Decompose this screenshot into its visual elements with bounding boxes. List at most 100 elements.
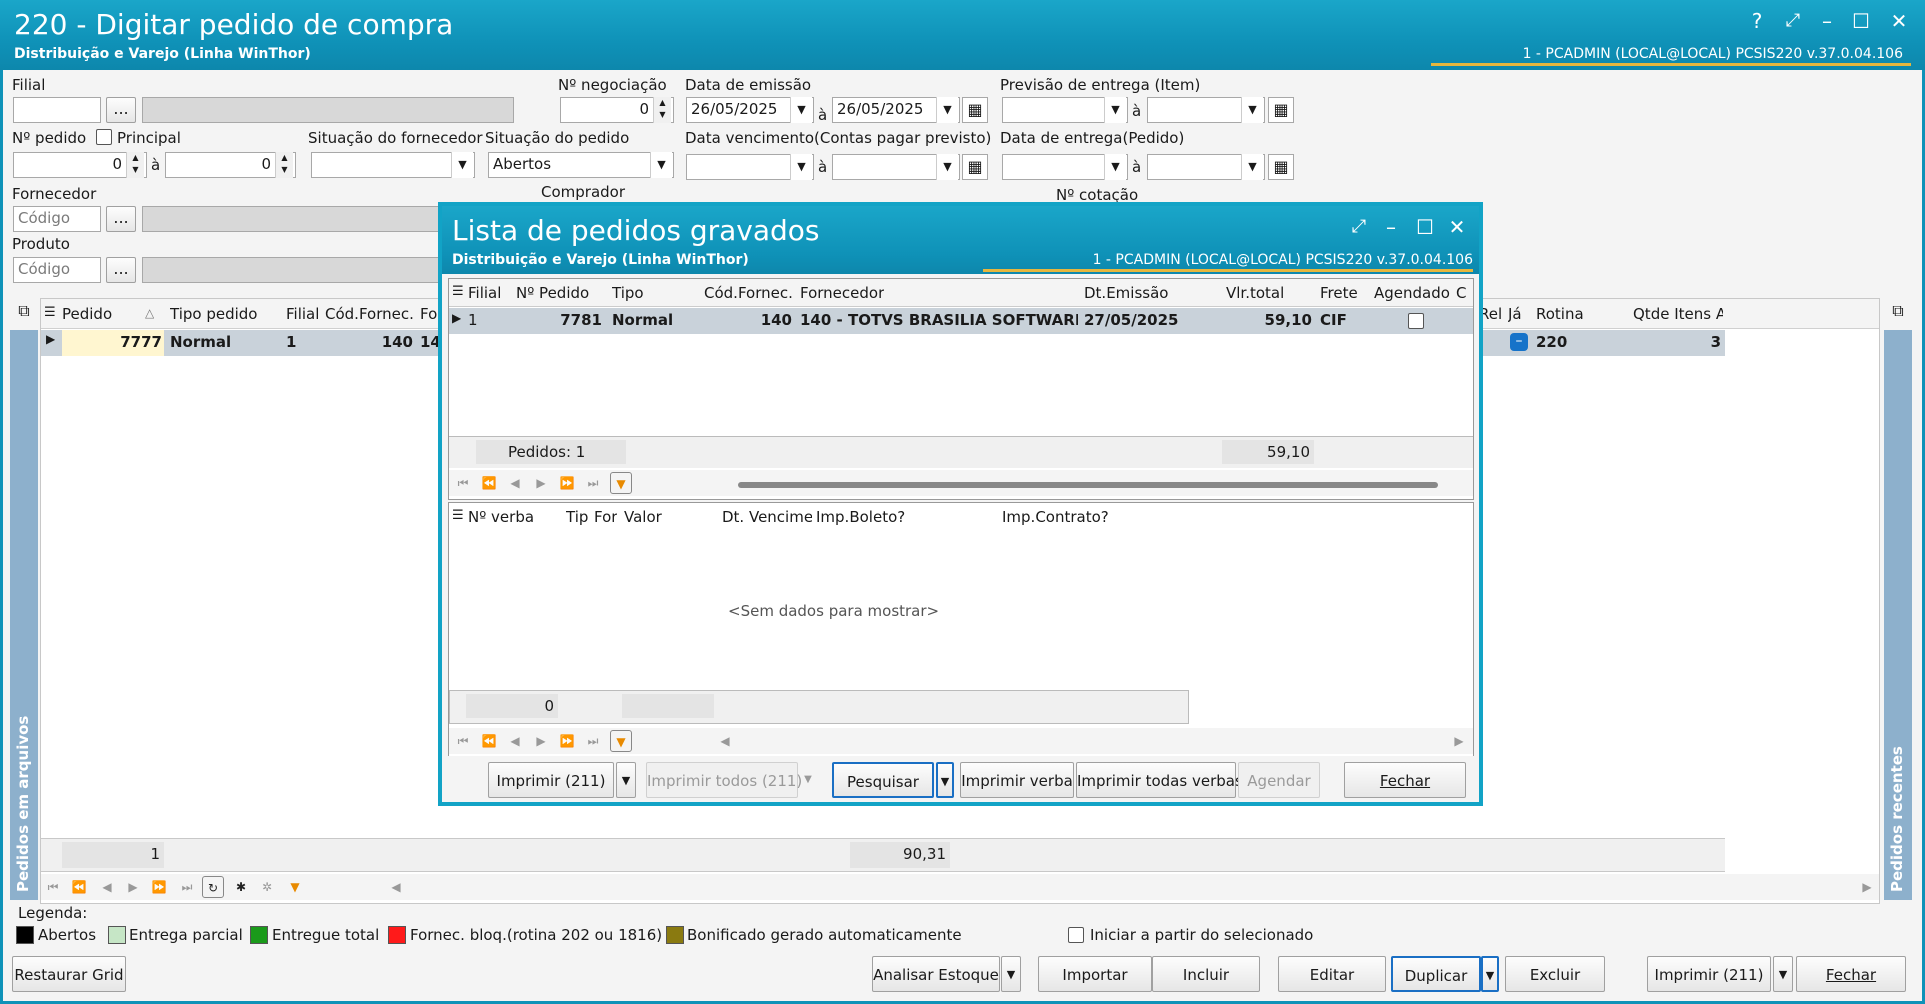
chevron-down-icon[interactable]: ▼	[650, 152, 672, 178]
column-header-c[interactable]: C	[1456, 284, 1466, 302]
chevron-down-icon[interactable]: ▼	[1241, 154, 1263, 180]
restore-layout-icon[interactable]: ⤢	[1346, 214, 1372, 240]
delete-icon[interactable]: ✲	[256, 876, 278, 898]
close-icon[interactable]: ✕	[1886, 8, 1912, 34]
chevron-down-icon[interactable]: ▼	[616, 762, 636, 798]
excluir-button[interactable]: Excluir	[1505, 956, 1605, 992]
column-chooser-icon[interactable]: ☰	[452, 284, 464, 299]
chevron-down-icon[interactable]: ▼	[800, 762, 816, 798]
chevron-down-icon[interactable]: ▼	[1001, 956, 1021, 992]
produto-lookup-button[interactable]: ...	[106, 257, 136, 283]
maximize-icon[interactable]: ☐	[1412, 214, 1438, 240]
column-header-for[interactable]: For	[594, 508, 617, 526]
chevron-down-icon[interactable]: ▼	[1104, 154, 1126, 180]
imprimir-todos-button[interactable]: Imprimir todos (211)	[646, 762, 802, 798]
calendar-icon[interactable]: ▦	[1268, 97, 1294, 123]
last-record-icon[interactable]: ⏭	[582, 472, 604, 494]
column-header-tip[interactable]: Tip	[566, 508, 588, 526]
filial-lookup-button[interactable]: ...	[106, 97, 136, 123]
chevron-down-icon[interactable]: ▼	[790, 97, 812, 123]
column-header-filial[interactable]: Filial	[468, 284, 501, 302]
next-record-icon[interactable]: ▶	[122, 876, 144, 898]
pedido-to-spinner[interactable]: ▲ ▼	[275, 152, 293, 178]
calendar-icon[interactable]: ▦	[962, 97, 988, 123]
prev-record-icon[interactable]: ◀	[96, 876, 118, 898]
fornecedor-lookup-button[interactable]: ...	[106, 206, 136, 232]
pesquisar-button[interactable]: Pesquisar	[832, 762, 934, 798]
column-header-frete[interactable]: Frete	[1320, 284, 1358, 302]
column-header-fo[interactable]: Fo	[420, 305, 437, 323]
chevron-down-icon[interactable]: ▼	[1481, 956, 1499, 992]
cell-filial[interactable]: 1	[286, 333, 296, 351]
prev-record-icon[interactable]: ◀	[504, 730, 526, 752]
scroll-left-icon[interactable]: ◀	[714, 730, 736, 752]
side-panel-right[interactable]: Pedidos recentes	[1884, 330, 1912, 900]
column-header-pedido[interactable]: Nº Pedido	[516, 284, 589, 302]
next-record-icon[interactable]: ▶	[530, 730, 552, 752]
close-icon[interactable]: ✕	[1444, 214, 1470, 240]
column-chooser-icon[interactable]: ☰	[44, 305, 56, 320]
cell-codfornec[interactable]: 140	[325, 333, 413, 351]
column-header-contrato[interactable]: Imp.Contrato?	[1002, 508, 1109, 526]
column-header-codfornec[interactable]: Cód.Fornec.	[704, 284, 793, 302]
chevron-down-icon[interactable]: ▼	[451, 152, 473, 178]
cell-pedido[interactable]: 7777	[62, 330, 164, 356]
chevron-down-icon[interactable]: ▼	[1241, 97, 1263, 123]
column-header-valor[interactable]: Valor	[624, 508, 662, 526]
refresh-icon[interactable]: ↻	[202, 876, 224, 898]
horizontal-scrollbar[interactable]	[738, 482, 1438, 488]
imprimir-verba-button[interactable]: Imprimir verba	[960, 762, 1074, 798]
column-header-ja[interactable]: Já	[1508, 305, 1522, 323]
agendado-checkbox[interactable]	[1408, 313, 1424, 329]
negociacao-spinner[interactable]: ▲ ▼	[653, 97, 671, 123]
calendar-icon[interactable]: ▦	[1268, 154, 1294, 180]
fechar-button[interactable]: Fechar	[1344, 762, 1466, 798]
column-header-fornecedor[interactable]: Fornecedor	[800, 284, 884, 302]
column-chooser-icon[interactable]: ☰	[452, 508, 464, 523]
cell-rotina[interactable]: 220	[1536, 333, 1567, 351]
last-record-icon[interactable]: ⏭	[176, 876, 198, 898]
scroll-left-icon[interactable]: ◀	[385, 876, 407, 898]
column-header-tipo[interactable]: Tipo pedido	[170, 305, 257, 323]
prev-page-icon[interactable]: ⏪	[68, 876, 90, 898]
maximize-icon[interactable]: ☐	[1848, 8, 1874, 34]
analisar-estoque-button[interactable]: Analisar Estoque	[872, 956, 1000, 992]
next-record-icon[interactable]: ▶	[530, 472, 552, 494]
cell-filial[interactable]: 1	[468, 311, 478, 329]
first-record-icon[interactable]: ⏮	[452, 730, 474, 752]
filial-input[interactable]	[13, 97, 101, 123]
prev-page-icon[interactable]: ⏪	[478, 472, 500, 494]
chevron-down-icon[interactable]: ▼	[936, 97, 958, 123]
cell-fornecedor[interactable]: 140 - TOTVS BRASILIA SOFTWARI	[800, 311, 1078, 329]
prev-record-icon[interactable]: ◀	[504, 472, 526, 494]
fornecedor-code-input[interactable]: Código	[13, 206, 101, 232]
minimize-icon[interactable]: –	[1378, 214, 1404, 240]
agendar-button[interactable]: Agendar	[1238, 762, 1320, 798]
incluir-button[interactable]: Incluir	[1152, 956, 1260, 992]
imprimir-button[interactable]: Imprimir (211)	[488, 762, 614, 798]
iniciar-checkbox[interactable]	[1068, 927, 1084, 943]
calendar-icon[interactable]: ▦	[962, 154, 988, 180]
cell-frete[interactable]: CIF	[1320, 311, 1347, 329]
scroll-right-icon[interactable]: ▶	[1856, 876, 1878, 898]
cell-tipo[interactable]: Normal	[612, 311, 673, 329]
cell-codfornec[interactable]: 140	[704, 311, 792, 329]
column-header-pedido[interactable]: Pedido	[62, 305, 112, 323]
first-record-icon[interactable]: ⏮	[452, 472, 474, 494]
cell-qtde[interactable]: 3	[1633, 333, 1721, 351]
next-page-icon[interactable]: ⏩	[556, 730, 578, 752]
pedido-from-spinner[interactable]: ▲ ▼	[126, 152, 144, 178]
side-panel-left[interactable]: Pedidos em arquivos	[10, 330, 38, 900]
first-record-icon[interactable]: ⏮	[42, 876, 64, 898]
prev-page-icon[interactable]: ⏪	[478, 730, 500, 752]
chevron-down-icon[interactable]: ▼	[936, 154, 958, 180]
chevron-down-icon[interactable]: ▼	[790, 154, 812, 180]
column-header-rotina[interactable]: Rotina	[1536, 305, 1584, 323]
verba-grid[interactable]	[448, 502, 1474, 764]
chevron-down-icon[interactable]: ▼	[1104, 97, 1126, 123]
filter-icon[interactable]: ▼	[610, 730, 632, 752]
column-header-boleto[interactable]: Imp.Boleto?	[816, 508, 905, 526]
restore-panel-icon[interactable]: ⧉	[10, 298, 38, 326]
restore-panel-icon[interactable]: ⧉	[1884, 298, 1912, 326]
restaurar-grid-button[interactable]: Restaurar Grid	[12, 956, 126, 992]
